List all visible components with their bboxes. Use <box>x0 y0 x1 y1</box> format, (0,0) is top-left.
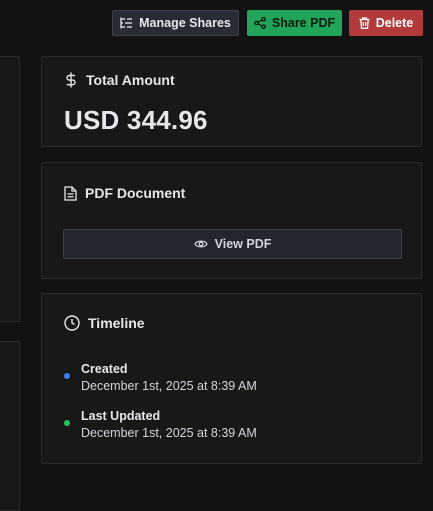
total-amount-header: Total Amount <box>64 72 175 88</box>
eye-icon <box>193 240 208 248</box>
left-panel-card <box>0 341 20 511</box>
event-date: December 1st, 2025 at 8:39 AM <box>81 379 257 393</box>
left-panel-card <box>0 56 20 322</box>
dollar-icon <box>66 72 76 88</box>
share-icon <box>254 17 266 29</box>
view-pdf-button[interactable]: View PDF <box>63 229 402 259</box>
share-pdf-label: Share PDF <box>271 16 336 30</box>
status-dot <box>64 373 70 379</box>
event-label: Last Updated <box>81 409 161 423</box>
event-date: December 1st, 2025 at 8:39 AM <box>81 426 257 440</box>
toolbar: Manage Shares Share PDF Delete <box>0 10 433 36</box>
delete-button[interactable]: Delete <box>349 10 423 36</box>
manage-shares-button[interactable]: Manage Shares <box>112 10 239 36</box>
pdf-document-title: PDF Document <box>85 185 186 201</box>
timeline-card: Timeline Created December 1st, 2025 at 8… <box>41 293 422 464</box>
status-dot <box>64 420 70 426</box>
view-pdf-label: View PDF <box>214 237 272 251</box>
timeline-header: Timeline <box>64 315 145 331</box>
total-amount-value: USD 344.96 <box>64 105 208 135</box>
pdf-document-header: PDF Document <box>64 185 185 201</box>
trash-icon <box>359 17 370 29</box>
share-pdf-button[interactable]: Share PDF <box>247 10 342 36</box>
file-text-icon <box>64 185 77 201</box>
total-amount-title: Total Amount <box>86 72 175 88</box>
timeline-title: Timeline <box>88 315 145 331</box>
list-filter-icon <box>120 17 133 29</box>
clock-icon <box>64 315 80 331</box>
manage-shares-label: Manage Shares <box>139 16 231 30</box>
pdf-document-card: PDF Document View PDF <box>41 162 422 279</box>
delete-label: Delete <box>375 16 414 30</box>
event-label: Created <box>81 362 128 376</box>
total-amount-card: Total Amount USD 344.96 <box>41 56 422 147</box>
